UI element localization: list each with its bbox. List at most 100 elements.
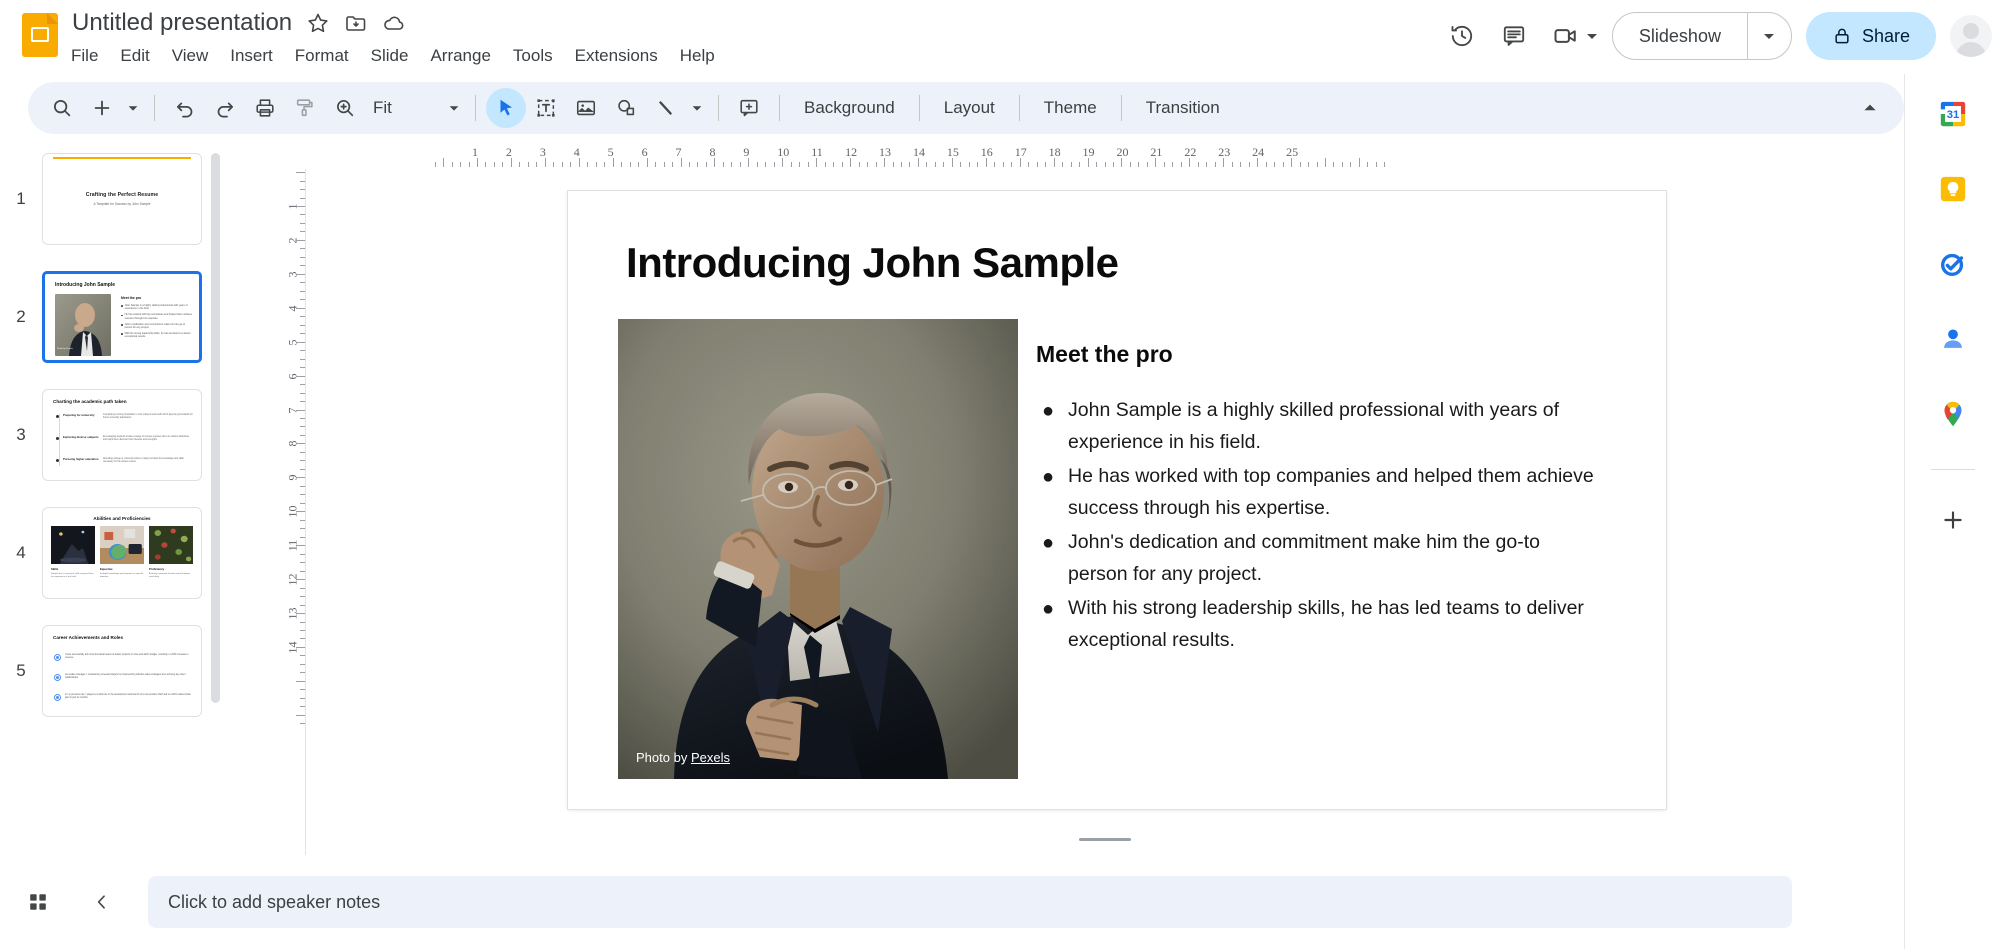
google-calendar-icon[interactable]: 31 bbox=[1931, 92, 1975, 136]
slide-title-text[interactable]: Introducing John Sample bbox=[626, 239, 1119, 287]
menu-item-format[interactable]: Format bbox=[284, 44, 360, 68]
slide-body-textbox[interactable]: Meet the pro ● John Sample is a highly s… bbox=[1036, 341, 1596, 660]
slide-thumbnail-4[interactable]: Abilities and Proficiencies Skills Sampl… bbox=[42, 507, 202, 599]
avatar[interactable] bbox=[1950, 15, 1992, 57]
filmstrip-slide-1[interactable]: 1 Crafting the Perfect Resume A Template… bbox=[0, 153, 272, 258]
horizontal-ruler[interactable]: 1 2 3 4 5 6 7 8 9 10 11 12 13 14 15 16 17 18 19 20 21 22 23 24 2… bbox=[305, 143, 1904, 169]
slide-canvas-area[interactable]: Introducing John Sample Photo by Pexels … bbox=[305, 169, 1904, 855]
menu-item-arrange[interactable]: Arrange bbox=[419, 44, 501, 68]
filmstrip-scrollbar-thumb[interactable] bbox=[211, 153, 220, 703]
cursor-arrow-icon[interactable] bbox=[486, 88, 526, 128]
slideshow-button[interactable]: Slideshow bbox=[1613, 13, 1747, 59]
filmstrip-slide-5[interactable]: 5 Career Achievements and Roles I have s… bbox=[0, 625, 272, 730]
line-chevron-down-icon[interactable] bbox=[686, 88, 708, 128]
bottom-bar: Click to add speaker notes bbox=[0, 855, 1910, 949]
undo-icon[interactable] bbox=[165, 88, 205, 128]
menu-item-tools[interactable]: Tools bbox=[502, 44, 564, 68]
v-ruler-tick bbox=[296, 613, 305, 615]
filmstrip-slide-2[interactable]: 2 Introducing John Sample Photo by Pexel… bbox=[0, 271, 272, 376]
shape-icon[interactable] bbox=[606, 88, 646, 128]
layout-button[interactable]: Layout bbox=[930, 90, 1009, 126]
new-slide-plus-icon[interactable] bbox=[82, 88, 122, 128]
h-ruler-label: 25 bbox=[1286, 145, 1299, 159]
h-ruler-tick bbox=[1206, 162, 1208, 167]
notes-resize-handle[interactable] bbox=[1079, 838, 1131, 841]
current-slide[interactable]: Introducing John Sample Photo by Pexels … bbox=[568, 191, 1666, 809]
thumb5-title: Career Achievements and Roles bbox=[53, 635, 124, 640]
zoom-level-value[interactable]: Fit bbox=[373, 98, 443, 118]
toolbar-divider-4 bbox=[779, 95, 780, 121]
menu-item-slide[interactable]: Slide bbox=[360, 44, 420, 68]
vertical-ruler[interactable]: 1 2 3 4 5 6 7 8 9 10 11 12 13 14 bbox=[283, 169, 305, 855]
h-ruler-tick bbox=[765, 162, 767, 167]
h-ruler-tick bbox=[1265, 162, 1267, 167]
google-maps-icon[interactable] bbox=[1931, 392, 1975, 436]
share-button[interactable]: Share bbox=[1805, 12, 1936, 60]
thumb3-row-label: Pursuing higher education bbox=[63, 457, 99, 461]
star-icon[interactable] bbox=[306, 11, 330, 35]
menu-item-help[interactable]: Help bbox=[669, 44, 726, 68]
new-slide-chevron-down-icon[interactable] bbox=[122, 88, 144, 128]
slide-thumbnail-2[interactable]: Introducing John Sample Photo by Pexels … bbox=[42, 271, 202, 363]
add-app-plus-icon[interactable] bbox=[1931, 498, 1975, 542]
slide-photo[interactable]: Photo by Pexels bbox=[618, 319, 1018, 779]
document-title[interactable]: Untitled presentation bbox=[72, 9, 292, 37]
version-history-icon[interactable] bbox=[1436, 10, 1488, 62]
h-ruler-tick bbox=[1129, 162, 1131, 167]
background-button[interactable]: Background bbox=[790, 90, 909, 126]
photo-credit[interactable]: Photo by Pexels bbox=[636, 750, 730, 765]
h-ruler-tick bbox=[527, 162, 529, 167]
cloud-saved-icon[interactable] bbox=[382, 11, 406, 35]
text-box-icon[interactable] bbox=[526, 88, 566, 128]
slideshow-chevron-down-icon[interactable] bbox=[1746, 13, 1791, 59]
search-icon[interactable] bbox=[42, 88, 82, 128]
slide-thumbnail-1[interactable]: Crafting the Perfect Resume A Template f… bbox=[42, 153, 202, 245]
google-keep-icon[interactable] bbox=[1931, 167, 1975, 211]
meet-chevron-down-icon[interactable] bbox=[1584, 28, 1600, 44]
h-ruler-label: 10 bbox=[777, 145, 790, 159]
meet-button-group[interactable] bbox=[1540, 10, 1600, 62]
google-tasks-icon[interactable] bbox=[1931, 242, 1975, 286]
google-contacts-icon[interactable] bbox=[1931, 317, 1975, 361]
grid-view-icon[interactable] bbox=[16, 880, 60, 924]
menu-item-edit[interactable]: Edit bbox=[109, 44, 160, 68]
h-ruler-tick bbox=[629, 162, 631, 167]
h-ruler-tick bbox=[1214, 162, 1216, 167]
v-ruler-tick bbox=[296, 511, 305, 513]
h-ruler-tick bbox=[578, 158, 580, 167]
h-ruler-tick bbox=[901, 162, 902, 167]
filmstrip-slide-4[interactable]: 4 Abilities and Proficiencies Skills Sam… bbox=[0, 507, 272, 612]
filmstrip-scrollbar[interactable] bbox=[211, 143, 220, 855]
slide-thumbnail-3[interactable]: Charting the academic path taken Prepari… bbox=[42, 389, 202, 481]
transition-button[interactable]: Transition bbox=[1132, 90, 1234, 126]
add-comment-icon[interactable] bbox=[729, 88, 769, 128]
theme-button[interactable]: Theme bbox=[1030, 90, 1111, 126]
bullet-text: John Sample is a highly skilled professi… bbox=[1068, 399, 1559, 453]
insert-image-icon[interactable] bbox=[566, 88, 606, 128]
menu-item-insert[interactable]: Insert bbox=[219, 44, 284, 68]
thumb2-bullet-dot bbox=[121, 314, 123, 317]
google-slides-logo-icon[interactable] bbox=[22, 9, 58, 57]
zoom-chevron-down-icon[interactable] bbox=[443, 88, 465, 128]
redo-icon[interactable] bbox=[205, 88, 245, 128]
paint-format-icon[interactable] bbox=[285, 88, 325, 128]
side-panel-divider bbox=[1930, 469, 1975, 470]
move-to-folder-icon[interactable] bbox=[344, 11, 368, 35]
speaker-notes-box[interactable]: Click to add speaker notes bbox=[148, 876, 1792, 928]
comment-icon[interactable] bbox=[1488, 10, 1540, 62]
h-ruler-label: 17 bbox=[1014, 145, 1027, 159]
slide-filmstrip[interactable]: 1 Crafting the Perfect Resume A Template… bbox=[0, 143, 272, 855]
menu-item-extensions[interactable]: Extensions bbox=[564, 44, 669, 68]
menu-item-view[interactable]: View bbox=[161, 44, 220, 68]
h-ruler-tick bbox=[705, 162, 707, 167]
line-icon[interactable] bbox=[646, 88, 686, 128]
slide-number-3: 3 bbox=[16, 425, 26, 444]
filmstrip-slide-3[interactable]: 3 Charting the academic path taken Prepa… bbox=[0, 389, 272, 494]
slide-thumbnail-5[interactable]: Career Achievements and Roles I have suc… bbox=[42, 625, 202, 717]
printer-icon[interactable] bbox=[245, 88, 285, 128]
menu-item-file[interactable]: File bbox=[60, 44, 109, 68]
photo-credit-link[interactable]: Pexels bbox=[691, 750, 730, 765]
collapse-filmstrip-chevron-left-icon[interactable] bbox=[80, 880, 124, 924]
zoom-icon[interactable] bbox=[325, 88, 365, 128]
toolbar-collapse-chevron-up-icon[interactable] bbox=[1850, 88, 1890, 128]
